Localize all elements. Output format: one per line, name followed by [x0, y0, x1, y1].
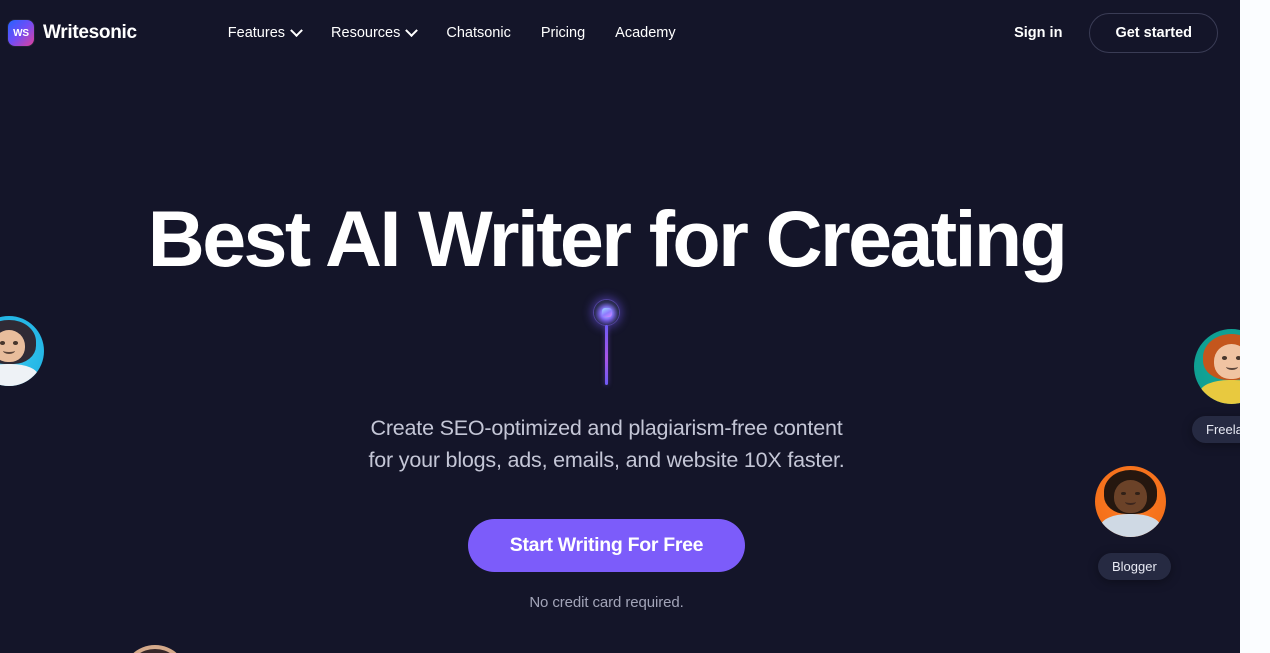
chevron-down-icon [290, 23, 303, 37]
nav-item-pricing-label: Pricing [540, 25, 586, 41]
brand-name-label: Writesonic [43, 22, 137, 43]
nav-item-features-label: Features [227, 25, 286, 41]
avatar-card-left: r [0, 316, 44, 429]
page-right-gutter [1240, 0, 1270, 653]
avatar-badge-wrap: r [0, 402, 44, 429]
writesonic-logo-icon: WS [8, 20, 34, 46]
hero-subtitle: Create SEO-optimized and plagiarism-free… [369, 413, 845, 477]
nav-actions-group: Sign in Get started [1014, 13, 1218, 53]
avatar-eye-left [1221, 356, 1227, 360]
avatar-face-illustration [0, 316, 44, 386]
avatar-face-illustration [1095, 466, 1166, 537]
brand-logo-link[interactable]: WS Writesonic [8, 20, 137, 46]
nav-links-group: Features Resources Chatsonic Pricing Aca… [227, 23, 676, 41]
start-writing-for-free-button[interactable]: Start Writing For Free [467, 518, 746, 572]
avatar-eye-right [1134, 491, 1140, 496]
status-badge: Blogger [1098, 553, 1171, 580]
avatar-badge-wrap: Blogger [1098, 553, 1171, 580]
ai-orb-icon [594, 300, 619, 326]
avatar-eye-right [13, 341, 19, 345]
avatar-body [1100, 514, 1161, 537]
ai-typing-caret-widget [594, 300, 619, 386]
nav-item-chatsonic-label: Chatsonic [446, 25, 511, 41]
hero-subtitle-line-2: for your blogs, ads, emails, and website… [368, 447, 845, 472]
sign-in-link[interactable]: Sign in [1014, 25, 1062, 41]
get-started-button[interactable]: Get started [1089, 13, 1218, 53]
avatar-head [1114, 480, 1147, 513]
nav-item-academy[interactable]: Academy [615, 25, 675, 41]
avatar-card-blogger: Blogger [1095, 466, 1171, 580]
hero-section: Best AI Writer for Creating Create SEO-o… [0, 0, 1213, 653]
nav-item-resources-label: Resources [331, 25, 401, 41]
avatar [1095, 466, 1166, 537]
chevron-down-icon [405, 23, 419, 37]
nav-item-features[interactable]: Features [227, 23, 303, 41]
avatar-body [0, 363, 39, 386]
page-title: Best AI Writer for Creating [147, 194, 1068, 283]
landing-page: WS Writesonic Features Resources Chatson… [0, 0, 1270, 653]
nav-item-resources[interactable]: Resources [331, 23, 419, 41]
avatar-smile [1225, 364, 1238, 371]
avatar [122, 645, 188, 653]
nav-item-chatsonic[interactable]: Chatsonic [446, 25, 510, 41]
avatar [0, 316, 44, 386]
top-navigation-bar: WS Writesonic Features Resources Chatson… [0, 0, 1240, 66]
avatar-face-illustration [122, 645, 188, 653]
ai-orb-inner-glow [601, 308, 612, 318]
avatar-eye-left [0, 341, 5, 345]
nav-item-pricing[interactable]: Pricing [541, 25, 585, 41]
avatar-hair [129, 648, 181, 653]
avatar-card-bottom-peek [122, 645, 188, 653]
text-cursor-line [605, 325, 608, 386]
hero-subtitle-line-1: Create SEO-optimized and plagiarism-free… [370, 416, 843, 441]
nav-item-academy-label: Academy [615, 25, 676, 41]
no-credit-card-note: No credit card required. [529, 593, 684, 611]
